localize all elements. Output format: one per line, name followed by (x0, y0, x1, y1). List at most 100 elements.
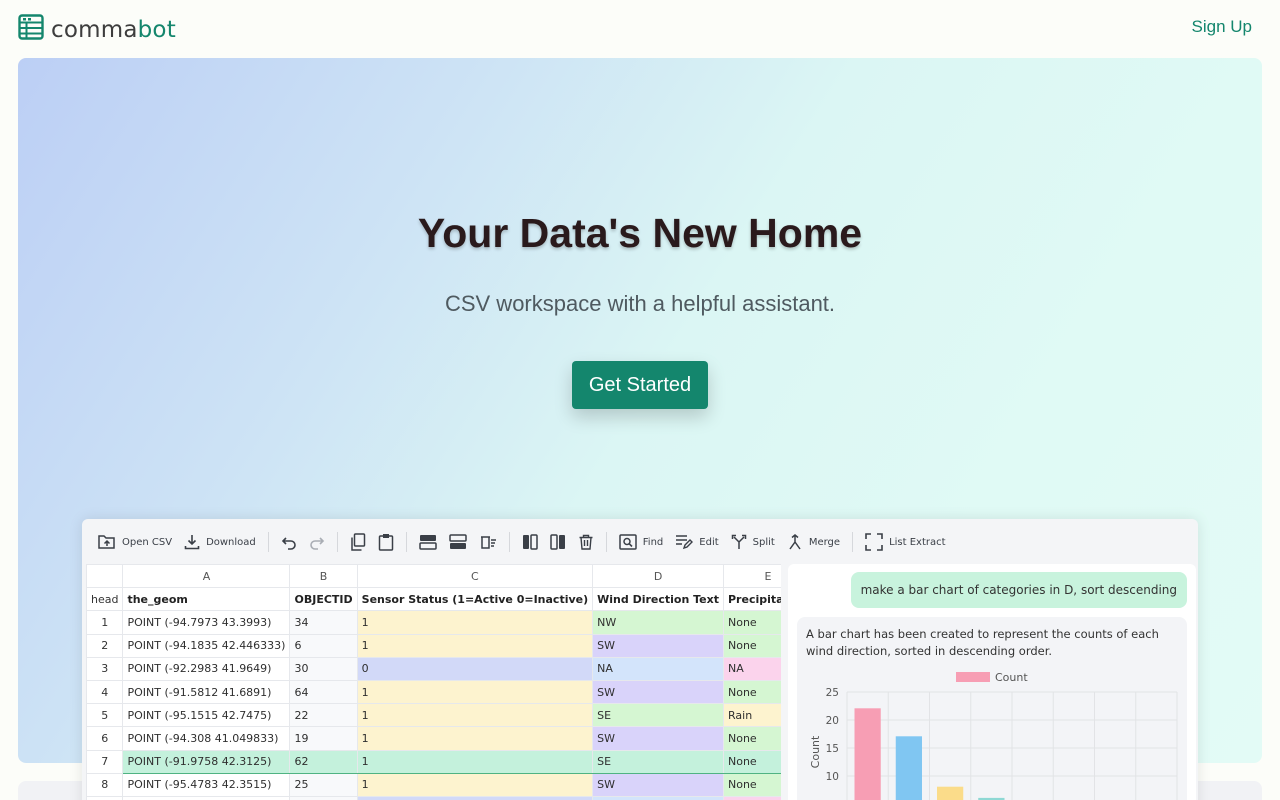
undo-button[interactable] (275, 528, 303, 556)
cell-sensor-status[interactable]: 1 (356, 679, 594, 705)
empty-cell[interactable] (122, 795, 291, 800)
header-label[interactable]: head (86, 587, 124, 612)
empty-cell[interactable] (356, 795, 594, 800)
list-extract-button[interactable]: List Extract (859, 528, 951, 556)
split-button[interactable]: Split (725, 528, 781, 556)
cell-geom[interactable]: POINT (-95.4783 42.3515) (122, 772, 291, 797)
row-number[interactable]: 5 (86, 703, 124, 728)
row-number[interactable]: 1 (86, 610, 124, 635)
table-row[interactable]: 4 POINT (-91.5812 41.6891) 64 1 SW None (86, 679, 781, 705)
redo-button[interactable] (303, 528, 331, 556)
cell-wind-direction[interactable]: SE (592, 703, 724, 728)
cell-geom[interactable]: POINT (-95.1515 42.7475) (122, 703, 291, 728)
cell-precipitation[interactable]: None (723, 749, 781, 774)
cell-geom[interactable]: POINT (-94.1835 42.446333) (122, 633, 291, 658)
cell-wind-direction[interactable]: SW (592, 726, 724, 751)
table-row[interactable]: 1 POINT (-94.7973 43.3993) 34 1 NW None (86, 610, 781, 635)
cell-precipitation[interactable]: Rain (723, 703, 781, 728)
find-button[interactable]: Find (613, 528, 670, 556)
download-button[interactable]: Download (178, 528, 262, 556)
open-csv-button[interactable]: Open CSV (92, 528, 178, 556)
insert-column-left-button[interactable] (516, 528, 544, 556)
cell-wind-direction[interactable]: SW (592, 633, 724, 658)
row-number[interactable]: 4 (86, 679, 124, 705)
copy-button[interactable] (344, 528, 372, 556)
insert-row-above-button[interactable] (413, 528, 443, 556)
table-row[interactable]: 2 POINT (-94.1835 42.446333) 6 1 SW None (86, 633, 781, 658)
toolbar-divider (267, 532, 269, 552)
row-number[interactable]: 7 (86, 749, 124, 774)
cell-precipitation[interactable]: None (723, 726, 781, 751)
cell-wind-direction[interactable]: NA (592, 656, 724, 681)
cell-objectid[interactable]: 22 (289, 703, 358, 728)
column-header[interactable]: the_geom (122, 587, 291, 612)
empty-cell[interactable] (86, 795, 124, 800)
row-number[interactable]: 6 (86, 726, 124, 751)
row-number[interactable]: 2 (86, 633, 124, 658)
cell-sensor-status[interactable]: 1 (356, 749, 594, 774)
column-header[interactable]: Sensor Status (1=Active 0=Inactive) (356, 587, 594, 612)
cell-objectid[interactable]: 30 (289, 656, 358, 681)
cell-precipitation[interactable]: None (723, 610, 781, 635)
cell-geom[interactable]: POINT (-94.7973 43.3993) (122, 610, 291, 635)
table-row[interactable]: 5 POINT (-95.1515 42.7475) 22 1 SE Rain (86, 703, 781, 728)
assistant-text: A bar chart has been created to represen… (806, 627, 1159, 658)
column-letter[interactable]: C (356, 564, 594, 589)
get-started-button[interactable]: Get Started (572, 361, 708, 409)
cell-geom[interactable]: POINT (-92.2983 41.9649) (122, 656, 291, 681)
cell-wind-direction[interactable]: NW (592, 610, 724, 635)
cell-objectid[interactable]: 62 (289, 749, 358, 774)
brand-logo[interactable]: commabot (18, 14, 176, 45)
cell-precipitation[interactable]: None (723, 679, 781, 705)
cell-geom[interactable]: POINT (-91.5812 41.6891) (122, 679, 291, 705)
insert-column-right-button[interactable] (544, 528, 572, 556)
sign-up-link[interactable]: Sign Up (1192, 17, 1252, 37)
cell-precipitation[interactable]: None (723, 772, 781, 797)
cell-objectid[interactable]: 25 (289, 772, 358, 797)
cell-precipitation[interactable]: None (723, 633, 781, 658)
cell-sensor-status[interactable]: 1 (356, 610, 594, 635)
cell-sensor-status[interactable]: 0 (356, 656, 594, 681)
cell-objectid[interactable]: 19 (289, 726, 358, 751)
cell-objectid[interactable]: 6 (289, 633, 358, 658)
paste-button[interactable] (372, 528, 400, 556)
table-row[interactable]: 6 POINT (-94.308 41.049833) 19 1 SW None (86, 726, 781, 751)
column-header[interactable]: OBJECTID (289, 587, 358, 612)
insert-row-below-button[interactable] (443, 528, 473, 556)
empty-cell[interactable] (289, 795, 358, 800)
spreadsheet-grid[interactable]: A B C D Ehead the_geom OBJECTID Sensor Status (… (86, 564, 781, 800)
table-row[interactable]: 7 POINT (-91.9758 42.3125) 62 1 SE None (86, 749, 781, 774)
delete-column-button[interactable] (572, 528, 600, 556)
cell-geom[interactable]: POINT (-91.9758 42.3125) (122, 749, 291, 774)
column-letter[interactable]: D (592, 564, 724, 589)
column-letter[interactable]: B (289, 564, 358, 589)
merge-button[interactable]: Merge (781, 528, 846, 556)
empty-cell[interactable] (723, 795, 781, 800)
cell-wind-direction[interactable]: SW (592, 679, 724, 705)
column-header[interactable]: Wind Direction Text (592, 587, 724, 612)
cell-objectid[interactable]: 34 (289, 610, 358, 635)
cell-sensor-status[interactable]: 1 (356, 726, 594, 751)
header-row: head the_geom OBJECTID Sensor Status (1=Act… (86, 587, 781, 612)
column-letter[interactable]: A (122, 564, 291, 589)
table-row[interactable] (86, 795, 781, 800)
delete-row-button[interactable] (473, 528, 503, 556)
cell-objectid[interactable]: 64 (289, 679, 358, 705)
empty-cell[interactable] (592, 795, 724, 800)
column-header[interactable]: Precipitation (723, 587, 781, 612)
cell-sensor-status[interactable]: 1 (356, 772, 594, 797)
cell-geom[interactable]: POINT (-94.308 41.049833) (122, 726, 291, 751)
trash-icon (578, 534, 594, 550)
row-number[interactable]: 3 (86, 656, 124, 681)
cell-wind-direction[interactable]: SE (592, 749, 724, 774)
cell-sensor-status[interactable]: 1 (356, 703, 594, 728)
table-row[interactable]: 8 POINT (-95.4783 42.3515) 25 1 SW None (86, 772, 781, 797)
cell-sensor-status[interactable]: 1 (356, 633, 594, 658)
cell-precipitation[interactable]: NA (723, 656, 781, 681)
column-letter[interactable]: E (723, 564, 781, 589)
row-number[interactable]: 8 (86, 772, 124, 797)
cell-wind-direction[interactable]: SW (592, 772, 724, 797)
edit-button[interactable]: Edit (669, 528, 724, 556)
edit-label: Edit (699, 536, 719, 548)
table-row[interactable]: 3 POINT (-92.2983 41.9649) 30 0 NA NA (86, 656, 781, 681)
